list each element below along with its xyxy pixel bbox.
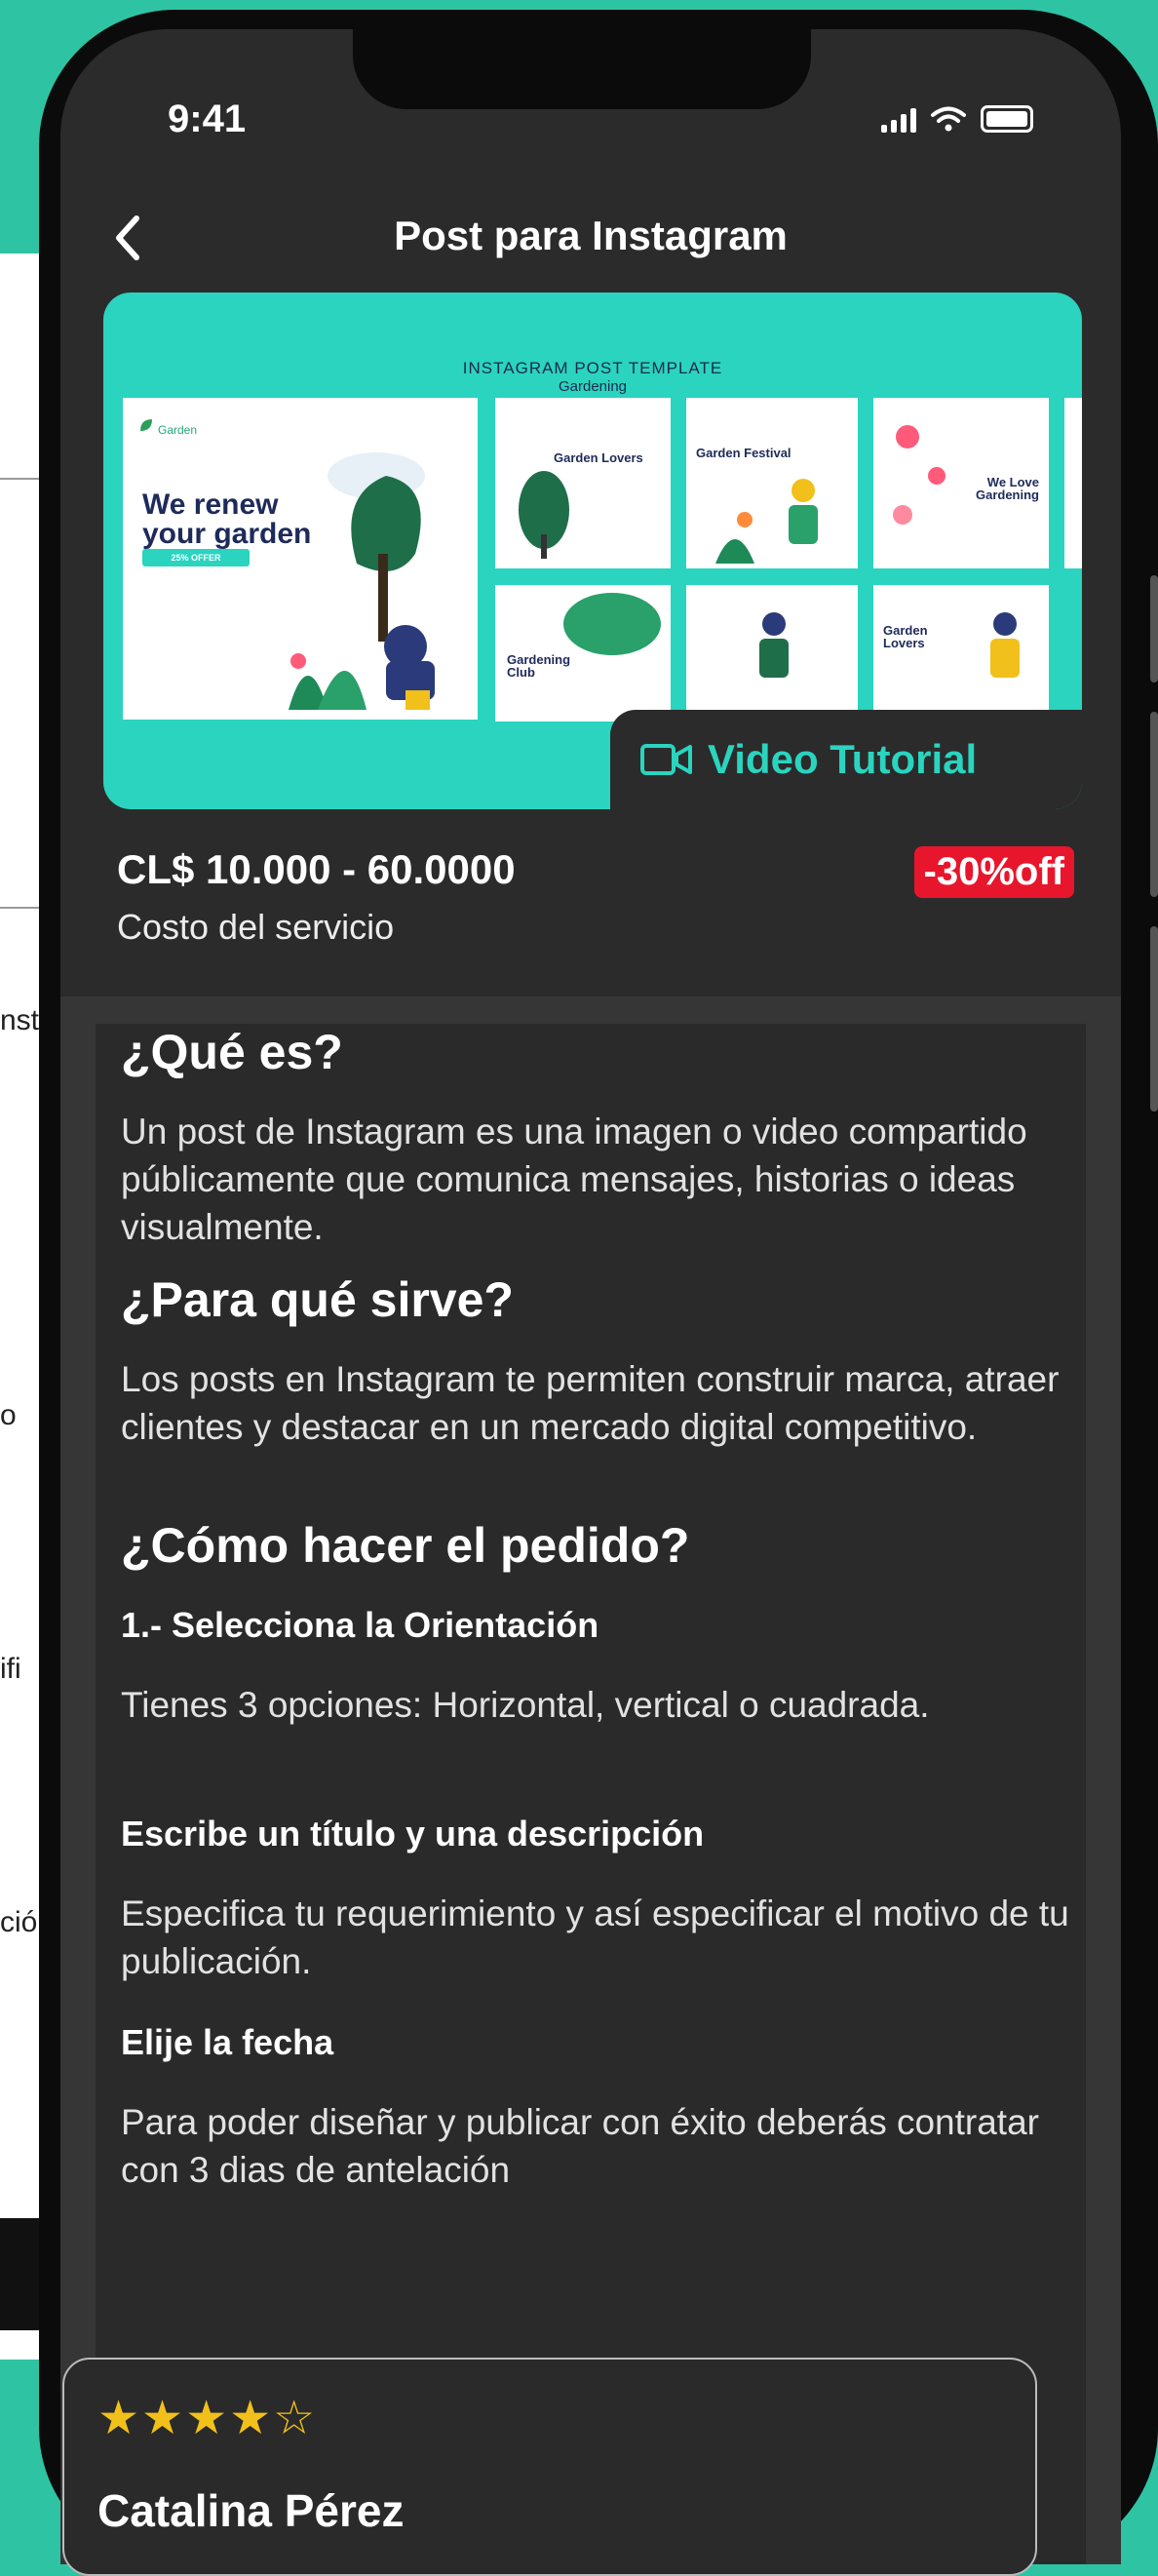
template-card: Garden Lovers: [873, 585, 1049, 722]
step-text-orientation: Tienes 3 opciones: Horizontal, vertical …: [121, 1685, 930, 1725]
price: CL$ 10.000 - 60.0000: [117, 846, 516, 892]
template-offer-text: 25% OFFER: [171, 553, 221, 563]
template-header: INSTAGRAM POST TEMPLATE Gardening: [103, 359, 1082, 395]
signal-icon: [881, 105, 916, 133]
template-card-label: Garden Lovers: [554, 450, 643, 465]
section-title-purpose: ¿Para qué sirve?: [121, 1272, 514, 1327]
description-section: ¿Qué es? Un post de Instagram es una ima…: [60, 996, 1121, 2564]
background-text-fragment: o: [0, 1399, 17, 1431]
side-button: [1150, 712, 1158, 897]
header: Post para Instagram: [60, 205, 1121, 273]
video-camera-icon: [640, 744, 692, 775]
gardener-illustration: [715, 479, 818, 564]
background-text-fragment: ció: [0, 1906, 38, 1938]
template-card: [686, 585, 858, 722]
star-rating: ★★★★☆: [97, 2391, 318, 2445]
template-subtitle: Gardening: [558, 378, 628, 395]
video-tutorial-label: Video Tutorial: [708, 736, 978, 782]
template-card-label: Garden Festival: [696, 446, 791, 460]
phone-screen: 9:41 Post para Instagram INSTAGRAM POST …: [60, 29, 1121, 2564]
status-icons: [881, 105, 1033, 133]
template-card: Garden Festival: [686, 398, 858, 568]
description-panel: ¿Qué es? Un post de Instagram es una ima…: [96, 1024, 1086, 2564]
template-offer-pill: 25% OFFER: [142, 549, 250, 566]
background-text-fragment: nst: [0, 1004, 40, 1036]
step-title-description: Escribe un título y una descripción: [121, 1814, 705, 1854]
side-button: [1150, 575, 1158, 683]
section-title-order: ¿Cómo hacer el pedido?: [121, 1518, 690, 1573]
price-caption: Costo del servicio: [117, 907, 395, 947]
side-button: [1150, 926, 1158, 1112]
template-card-main: Garden We renew your garden 25% OFFER: [123, 398, 478, 720]
page-title: Post para Instagram: [394, 213, 788, 258]
template-card: [1064, 398, 1082, 568]
tree-illustration: [563, 593, 661, 655]
section-text-purpose: Los posts en Instagram te permiten const…: [121, 1359, 1060, 1447]
hero-template-image: INSTAGRAM POST TEMPLATE Gardening Garden…: [103, 293, 1082, 809]
template-card: Gardening Club: [495, 585, 671, 722]
template-card: We Love Gardening: [873, 398, 1049, 568]
discount-badge: -30%off: [913, 846, 1074, 898]
background-text-fragment: ifi: [0, 1653, 21, 1685]
template-card-label: Garden Lovers: [883, 623, 928, 650]
reviewer-name: Catalina Pérez: [97, 2485, 405, 2536]
battery-icon: [981, 105, 1033, 133]
notch: [353, 29, 811, 109]
section-text-what: Un post de Instagram es una imagen o vid…: [121, 1112, 1027, 1247]
template-brand: Garden: [158, 423, 198, 437]
template-title: INSTAGRAM POST TEMPLATE: [462, 359, 723, 377]
section-title-what: ¿Qué es?: [121, 1025, 343, 1079]
step-text-date: Para poder diseñar y publicar con éxito …: [121, 2102, 1039, 2190]
review-card: ★★★★☆ Catalina Pérez: [62, 2358, 1037, 2576]
step-text-description: Especifica tu requerimiento y así especi…: [121, 1893, 1069, 1981]
template-card-label: We Love Gardening: [975, 475, 1039, 502]
template-card: Garden Lovers: [495, 398, 671, 568]
gardener-illustration: [990, 612, 1020, 678]
leaf-icon: [140, 419, 152, 431]
gardener-illustration: [289, 452, 435, 710]
wifi-icon: [931, 106, 966, 132]
step-title-orientation: 1.- Selecciona la Orientación: [121, 1605, 599, 1645]
video-tutorial-button[interactable]: Video Tutorial: [610, 710, 1082, 809]
tree-illustration: [519, 471, 569, 559]
gardener-illustration: [759, 612, 789, 678]
step-title-date: Elije la fecha: [121, 2022, 334, 2062]
status-time: 9:41: [168, 98, 247, 140]
flower-illustration: [893, 425, 946, 525]
